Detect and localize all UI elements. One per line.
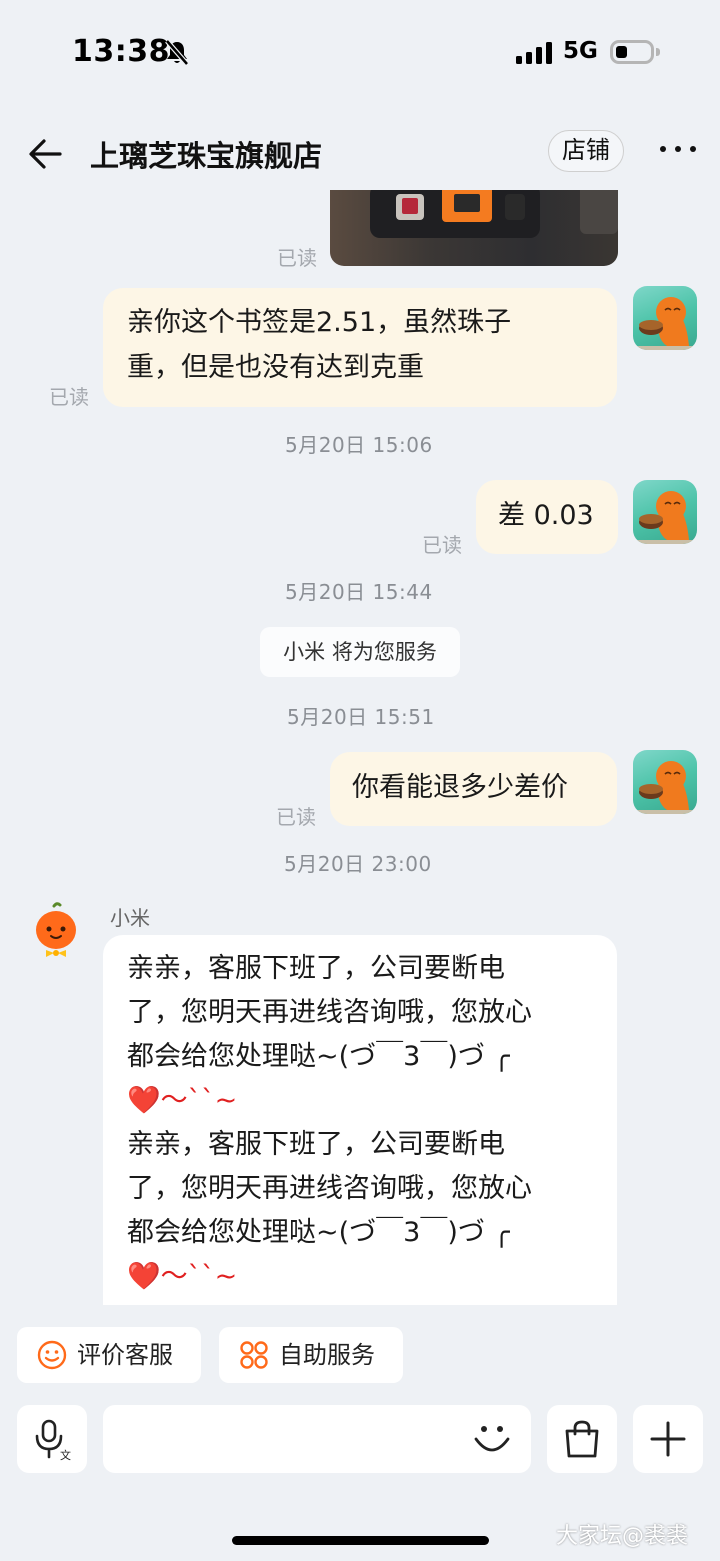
voice-input-button[interactable]: 文 bbox=[17, 1405, 87, 1473]
avatar-illustration bbox=[635, 761, 695, 814]
avatar-illustration bbox=[635, 297, 695, 350]
message-text-line: 了，您明天再进线咨询哦，您放心 bbox=[127, 997, 532, 1028]
microphone-icon: 文 bbox=[35, 1419, 71, 1461]
read-status: 已读 bbox=[277, 246, 317, 270]
timestamp: 5月20日 15:06 bbox=[285, 433, 433, 457]
message-text-line: 重，但是也没有达到克重 bbox=[127, 352, 424, 383]
message-text-line: ❤️～``~ bbox=[127, 1085, 238, 1116]
user-avatar[interactable] bbox=[633, 750, 697, 814]
back-arrow-icon[interactable] bbox=[26, 134, 66, 174]
avatar-illustration bbox=[635, 491, 695, 544]
user-avatar[interactable] bbox=[633, 480, 697, 544]
network-label: 5G bbox=[563, 38, 598, 64]
emoji-icon[interactable] bbox=[472, 1419, 512, 1459]
agent-name: 小米 bbox=[110, 906, 150, 930]
order-button[interactable] bbox=[547, 1405, 617, 1473]
shop-title: 上璃芝珠宝旗舰店 bbox=[90, 139, 323, 173]
message-bubble-agent[interactable]: 亲亲，客服下班了，公司要断电 了，您明天再进线咨询哦，您放心 都会给您处理哒~(… bbox=[103, 935, 617, 1305]
timestamp: 5月20日 23:00 bbox=[284, 852, 432, 876]
battery-icon bbox=[610, 40, 654, 64]
message-bubble-self[interactable]: 你看能退多少差价 bbox=[330, 752, 617, 826]
message-text-line: 了，您明天再进线咨询哦，您放心 bbox=[127, 1173, 532, 1204]
home-indicator bbox=[232, 1536, 489, 1545]
shopping-bag-icon bbox=[565, 1420, 599, 1458]
status-time: 13:38 bbox=[72, 34, 170, 69]
message-text-line: ❤️～``~ bbox=[127, 1261, 238, 1292]
product-photo bbox=[370, 190, 618, 238]
timestamp: 5月20日 15:44 bbox=[285, 580, 433, 604]
message-text: 差 0.03 bbox=[498, 500, 594, 531]
message-bubble-self[interactable]: 差 0.03 bbox=[476, 480, 618, 554]
silent-bell-icon bbox=[165, 40, 189, 66]
message-text-line: 亲亲，客服下班了，公司要断电 bbox=[127, 953, 505, 984]
system-notice: 小米 将为您服务 bbox=[260, 627, 460, 677]
agent-avatar[interactable] bbox=[24, 900, 88, 964]
message-text-line: 都会给您处理哒~(づ￣3￣)づ ╭ bbox=[127, 1217, 510, 1248]
read-status: 已读 bbox=[422, 533, 462, 557]
self-service-label: 自助服务 bbox=[279, 1341, 375, 1369]
more-actions-button[interactable] bbox=[633, 1405, 703, 1473]
rate-service-label: 评价客服 bbox=[77, 1341, 173, 1369]
battery-tip bbox=[656, 48, 660, 56]
self-service-button[interactable]: 自助服务 bbox=[219, 1327, 403, 1383]
message-text-line: 都会给您处理哒~(づ￣3￣)づ ╭ bbox=[127, 1041, 510, 1072]
message-input[interactable] bbox=[103, 1405, 531, 1473]
read-status: 已读 bbox=[49, 385, 89, 409]
watermark: 大家坛@裘裘 bbox=[556, 1524, 689, 1549]
signal-icon bbox=[516, 42, 552, 64]
timestamp: 5月20日 15:51 bbox=[287, 705, 435, 729]
message-bubble-self[interactable]: 亲你这个书签是2.51，虽然珠子 重，但是也没有达到克重 bbox=[103, 288, 617, 407]
read-status: 已读 bbox=[276, 805, 316, 829]
svg-text:文: 文 bbox=[60, 1448, 71, 1461]
message-text-line: 亲亲，客服下班了，公司要断电 bbox=[127, 1129, 505, 1160]
rate-service-button[interactable]: 评价客服 bbox=[17, 1327, 201, 1383]
smiley-icon bbox=[37, 1340, 67, 1370]
image-message[interactable] bbox=[330, 190, 618, 266]
more-menu-icon[interactable] bbox=[660, 146, 696, 156]
message-text-line: 亲你这个书签是2.51，虽然珠子 bbox=[127, 307, 512, 338]
grid-icon bbox=[240, 1341, 268, 1369]
shop-button[interactable]: 店铺 bbox=[548, 130, 624, 172]
plus-icon bbox=[650, 1421, 686, 1457]
message-text: 你看能退多少差价 bbox=[352, 772, 568, 803]
user-avatar[interactable] bbox=[633, 286, 697, 350]
